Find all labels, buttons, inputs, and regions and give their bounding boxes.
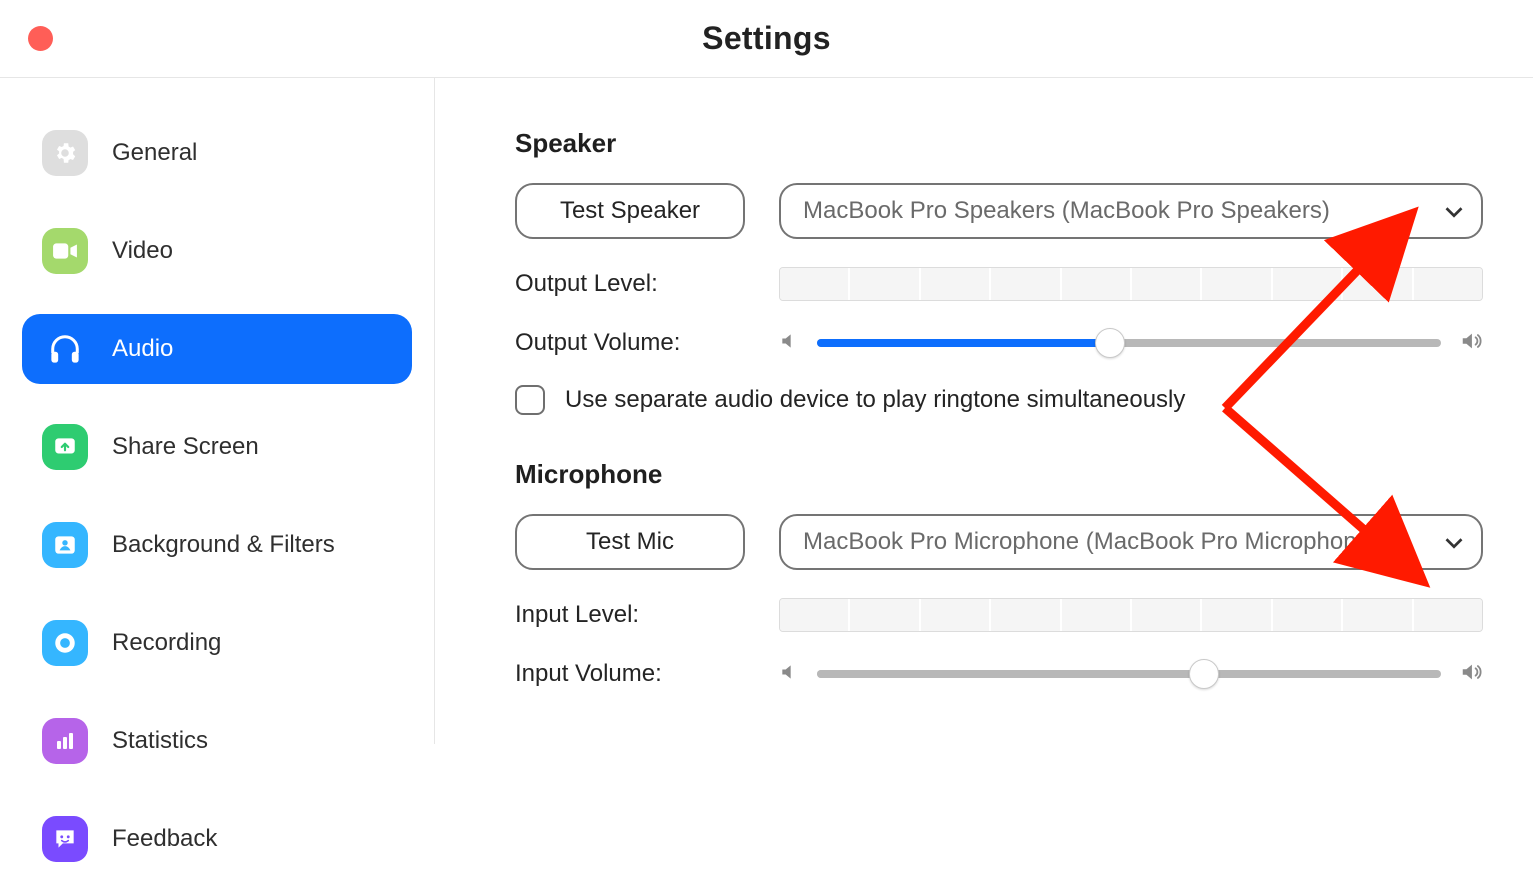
- sidebar-item-label: Recording: [112, 629, 221, 657]
- statistics-icon: [42, 718, 88, 764]
- microphone-heading: Microphone: [515, 459, 1483, 490]
- video-camera-icon: [42, 228, 88, 274]
- share-screen-icon: [42, 424, 88, 470]
- separate-ringtone-checkbox[interactable]: [515, 385, 545, 415]
- sidebar-item-general[interactable]: General: [22, 118, 412, 188]
- sidebar-item-recording[interactable]: Recording: [22, 608, 412, 678]
- volume-low-icon: [779, 662, 799, 687]
- sidebar-item-label: General: [112, 139, 197, 167]
- input-level-meter: [779, 598, 1483, 632]
- speaker-device-select[interactable]: MacBook Pro Speakers (MacBook Pro Speake…: [779, 183, 1483, 239]
- input-volume-slider[interactable]: [817, 670, 1441, 678]
- sidebar-item-label: Share Screen: [112, 433, 259, 461]
- output-level-meter: [779, 267, 1483, 301]
- sidebar-item-audio[interactable]: Audio: [22, 314, 412, 384]
- sidebar-item-label: Audio: [112, 335, 173, 363]
- window-header: Settings: [0, 0, 1533, 78]
- input-volume-label: Input Volume:: [515, 660, 745, 688]
- feedback-icon: [42, 816, 88, 862]
- separate-ringtone-row[interactable]: Use separate audio device to play ringto…: [515, 385, 1483, 415]
- output-volume-label: Output Volume:: [515, 329, 745, 357]
- test-mic-button[interactable]: Test Mic: [515, 514, 745, 570]
- sidebar-item-feedback[interactable]: Feedback: [22, 804, 412, 874]
- output-level-label: Output Level:: [515, 270, 745, 298]
- separate-ringtone-label: Use separate audio device to play ringto…: [565, 386, 1185, 414]
- sidebar-item-label: Feedback: [112, 825, 217, 853]
- mic-device-value: MacBook Pro Microphone (MacBook Pro Micr…: [803, 528, 1378, 556]
- settings-sidebar: General Video Audio Share Screen Backgro: [0, 78, 435, 744]
- window-title: Settings: [702, 20, 831, 57]
- sidebar-item-statistics[interactable]: Statistics: [22, 706, 412, 776]
- headphones-icon: [42, 326, 88, 372]
- test-speaker-button[interactable]: Test Speaker: [515, 183, 745, 239]
- sidebar-item-background-filters[interactable]: Background & Filters: [22, 510, 412, 580]
- input-level-label: Input Level:: [515, 601, 745, 629]
- audio-settings-panel: Speaker Test Speaker MacBook Pro Speaker…: [435, 78, 1533, 744]
- mic-device-select[interactable]: MacBook Pro Microphone (MacBook Pro Micr…: [779, 514, 1483, 570]
- sidebar-item-share-screen[interactable]: Share Screen: [22, 412, 412, 482]
- background-filters-icon: [42, 522, 88, 568]
- volume-high-icon: [1459, 661, 1483, 688]
- speaker-heading: Speaker: [515, 128, 1483, 159]
- close-window-dot[interactable]: [28, 26, 53, 51]
- chevron-down-icon: [1445, 197, 1463, 225]
- speaker-device-value: MacBook Pro Speakers (MacBook Pro Speake…: [803, 197, 1330, 225]
- sidebar-item-label: Video: [112, 237, 173, 265]
- output-volume-slider[interactable]: [817, 339, 1441, 347]
- volume-high-icon: [1459, 330, 1483, 357]
- sidebar-item-video[interactable]: Video: [22, 216, 412, 286]
- volume-low-icon: [779, 331, 799, 356]
- sidebar-item-label: Background & Filters: [112, 531, 335, 559]
- recording-icon: [42, 620, 88, 666]
- gear-icon: [42, 130, 88, 176]
- chevron-down-icon: [1445, 528, 1463, 556]
- sidebar-item-label: Statistics: [112, 727, 208, 755]
